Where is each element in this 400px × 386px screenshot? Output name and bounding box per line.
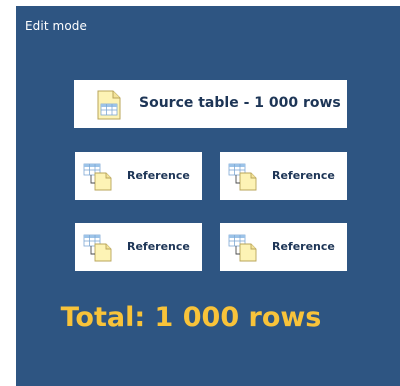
reference-label: Reference (272, 240, 335, 253)
mode-label: Edit mode (25, 19, 87, 33)
reference-card: Reference (75, 223, 202, 271)
document-table-icon (97, 90, 121, 120)
reference-card: Reference (220, 223, 347, 271)
linked-table-icon (83, 161, 113, 191)
diagram-canvas: Edit mode Source table - 1 000 rows Refe… (16, 6, 400, 386)
reference-label: Reference (127, 240, 190, 253)
linked-table-icon (228, 161, 258, 191)
reference-label: Reference (127, 169, 190, 182)
reference-card: Reference (220, 152, 347, 200)
reference-label: Reference (272, 169, 335, 182)
source-table-label: Source table - 1 000 rows (139, 95, 341, 111)
reference-card: Reference (75, 152, 202, 200)
source-table-card: Source table - 1 000 rows (74, 80, 347, 128)
total-rows-label: Total: 1 000 rows (60, 302, 322, 333)
linked-table-icon (83, 232, 113, 262)
linked-table-icon (228, 232, 258, 262)
